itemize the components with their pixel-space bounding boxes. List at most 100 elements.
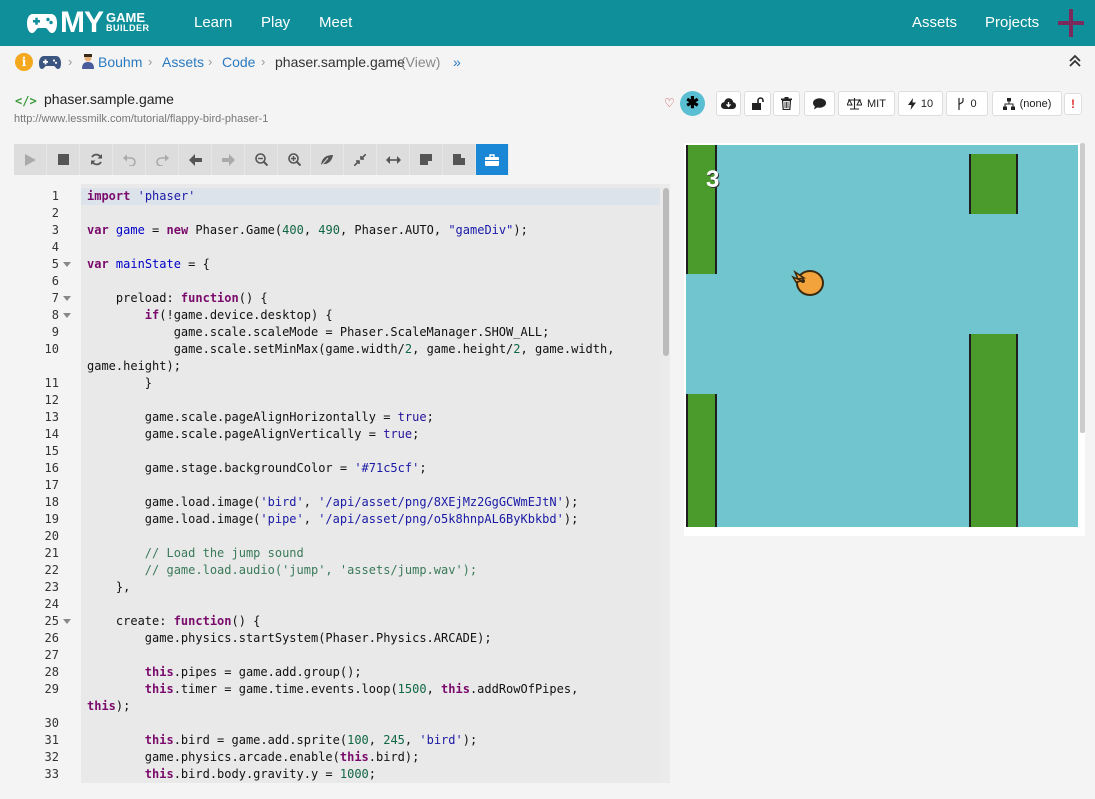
code-line: 12 [14,392,670,409]
fold-arrow-icon[interactable] [63,296,71,301]
zoom-in-button[interactable] [278,144,311,175]
fold-arrow-icon[interactable] [63,313,71,318]
line-number: 26 [44,631,59,645]
line-number: 4 [51,240,59,254]
zoom-out-button[interactable] [245,144,278,175]
nav-meet[interactable]: Meet [319,14,352,31]
undo-button[interactable] [113,144,146,175]
pipe-bottom [686,394,717,527]
info-icon[interactable]: i [15,53,33,71]
code-line: 25 create: function() { [14,613,670,630]
stop-button[interactable] [47,144,80,175]
line-number: 22 [44,563,59,577]
breadcrumb-code[interactable]: Code [222,53,255,71]
redo-button[interactable] [146,144,179,175]
breadcrumb-separator: › [148,54,153,69]
logo-game-builder: GAME BUILDER [106,10,150,34]
forks-button[interactable]: 0 [946,91,988,116]
line-number: 30 [44,716,59,730]
briefcase-icon [485,153,499,166]
play-button[interactable] [14,144,47,175]
line-number: 11 [44,376,59,390]
forward-button[interactable] [212,144,245,175]
width-button[interactable] [377,144,410,175]
sitemap-icon [1002,97,1015,110]
toolbox-button[interactable] [476,144,509,175]
project-url[interactable]: http://www.lessmilk.com/tutorial/flappy-… [14,113,268,125]
code-text: game.stage.backgroundColor = '#71c5cf'; [87,461,427,475]
layout-left-button[interactable] [410,144,443,175]
panel-right-icon [453,154,465,165]
parent-button[interactable]: (none) [992,91,1062,116]
arrow-left-icon [188,153,202,166]
nav-assets[interactable]: Assets [912,14,957,31]
arrows-horizontal-icon [385,155,401,164]
back-button[interactable] [179,144,212,175]
code-line: 26 game.physics.startSystem(Phaser.Physi… [14,630,670,647]
alert-button[interactable]: ! [1064,93,1082,115]
breadcrumb-assets[interactable]: Assets [162,53,204,71]
delete-button[interactable] [773,91,800,116]
code-line: 20 [14,528,670,545]
line-number: 21 [44,546,59,560]
heart-icon[interactable]: ♡ [664,96,675,110]
license-label: MIT [867,97,886,110]
line-number: 25 [44,614,59,628]
code-text: game.load.image('pipe', '/api/asset/png/… [87,512,579,526]
nav-learn[interactable]: Learn [194,14,232,31]
game-canvas[interactable] [686,145,1078,527]
comment-button[interactable] [804,91,835,116]
code-text: }, [87,580,131,594]
line-number: 10 [44,342,59,356]
layout-right-button[interactable] [443,144,476,175]
fold-arrow-icon[interactable] [63,262,71,267]
scale-icon [847,97,863,110]
game-scrollbar[interactable] [1080,143,1085,433]
unlock-button[interactable] [744,91,771,116]
code-line: 16 game.stage.backgroundColor = '#71c5cf… [14,460,670,477]
panel-left-icon [420,154,432,165]
gamepad-logo-icon [27,14,57,33]
code-line: 21 // Load the jump sound [14,545,670,562]
line-number: 9 [51,325,59,339]
nav-play[interactable]: Play [261,14,290,31]
comment-icon [813,97,826,109]
compress-button[interactable] [344,144,377,175]
top-navbar: MY GAME BUILDER Learn Play Meet Assets P… [0,0,1095,46]
fork-icon [958,97,965,110]
cloud-download-button[interactable] [716,91,741,116]
code-text: } [87,376,153,390]
code-editor[interactable]: 1 import 'phaser' 2 3 var game = new Phaser.… [14,184,670,783]
code-line: game.height); [14,358,670,375]
beautify-button[interactable] [311,144,344,175]
logo-game-text: GAME [106,10,145,25]
plays-button[interactable]: 10 [898,91,943,116]
code-line: 29 this.timer = game.time.events.loop(15… [14,681,670,698]
license-button[interactable]: MIT [838,91,895,116]
star-button[interactable]: ✱ [680,91,705,116]
gamepad-icon[interactable] [39,55,61,69]
fold-arrow-icon[interactable] [63,619,71,624]
code-text: this.pipes = game.add.group(); [144,665,362,679]
line-number: 19 [44,512,59,526]
code-line: this); [14,698,670,715]
user-avatar-icon [82,54,94,69]
code-text: var game = new Phaser.Game(400, 490, Pha… [87,223,528,237]
refresh-button[interactable] [80,144,113,175]
code-text: game.height); [87,359,181,373]
code-line: 19 game.load.image('pipe', '/api/asset/p… [14,511,670,528]
breadcrumb-mode: (View) [401,54,441,70]
breadcrumb-user[interactable]: Bouhm [98,53,142,71]
code-text: game.scale.pageAlignHorizontally = true; [87,410,434,424]
code-line: 18 game.load.image('bird', '/api/asset/p… [14,494,670,511]
line-number: 13 [44,410,59,424]
code-line: 15 [14,443,670,460]
collapse-up-icon[interactable] [1068,54,1082,68]
breadcrumb-separator: › [261,54,266,69]
breadcrumb-more[interactable]: » [453,53,461,71]
logo[interactable]: MY GAME BUILDER [26,8,150,38]
create-plus-icon[interactable] [1058,9,1084,37]
editor-scrollbar[interactable] [663,188,669,356]
play-icon [24,153,36,166]
nav-projects[interactable]: Projects [985,14,1039,31]
